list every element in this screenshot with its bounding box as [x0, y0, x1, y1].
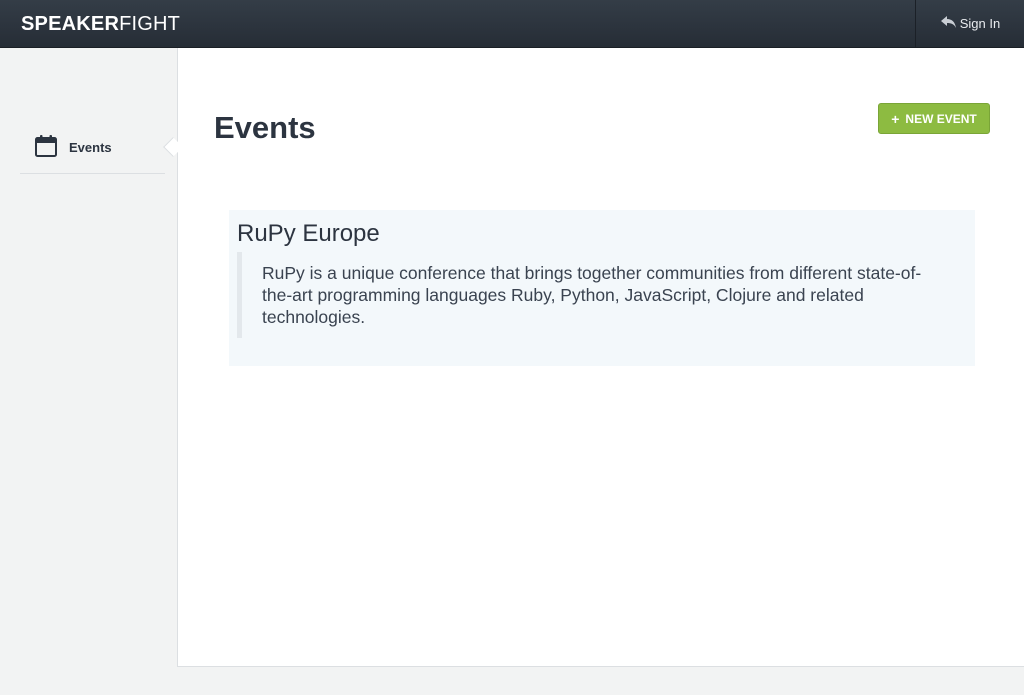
new-event-button[interactable]: + NEW EVENT [878, 103, 990, 134]
reply-arrow-icon [940, 15, 960, 32]
event-description: RuPy is a unique conference that brings … [237, 252, 951, 338]
sidebar: Events [0, 48, 178, 695]
event-title-link[interactable]: RuPy Europe [237, 220, 380, 248]
brand-logo[interactable]: SPEAKERFIGHT [21, 13, 180, 36]
calendar-icon [34, 134, 58, 163]
new-event-label: NEW EVENT [905, 111, 977, 126]
plus-icon: + [891, 110, 900, 127]
top-navbar: SPEAKERFIGHT Sign In [0, 0, 1024, 48]
brand-light: FIGHT [119, 13, 181, 35]
event-card: RuPy Europe RuPy is a unique conference … [229, 210, 975, 366]
sign-in-label: Sign In [959, 16, 1001, 31]
sign-in-button[interactable]: Sign In [915, 0, 1024, 47]
page-title: Events [214, 110, 316, 145]
main-content: Events + NEW EVENT RuPy Europe RuPy is a… [177, 48, 1024, 667]
sidebar-item-events[interactable]: Events [20, 132, 165, 174]
sidebar-item-label: Events [69, 140, 112, 155]
brand-bold: SPEAKER [21, 13, 120, 35]
